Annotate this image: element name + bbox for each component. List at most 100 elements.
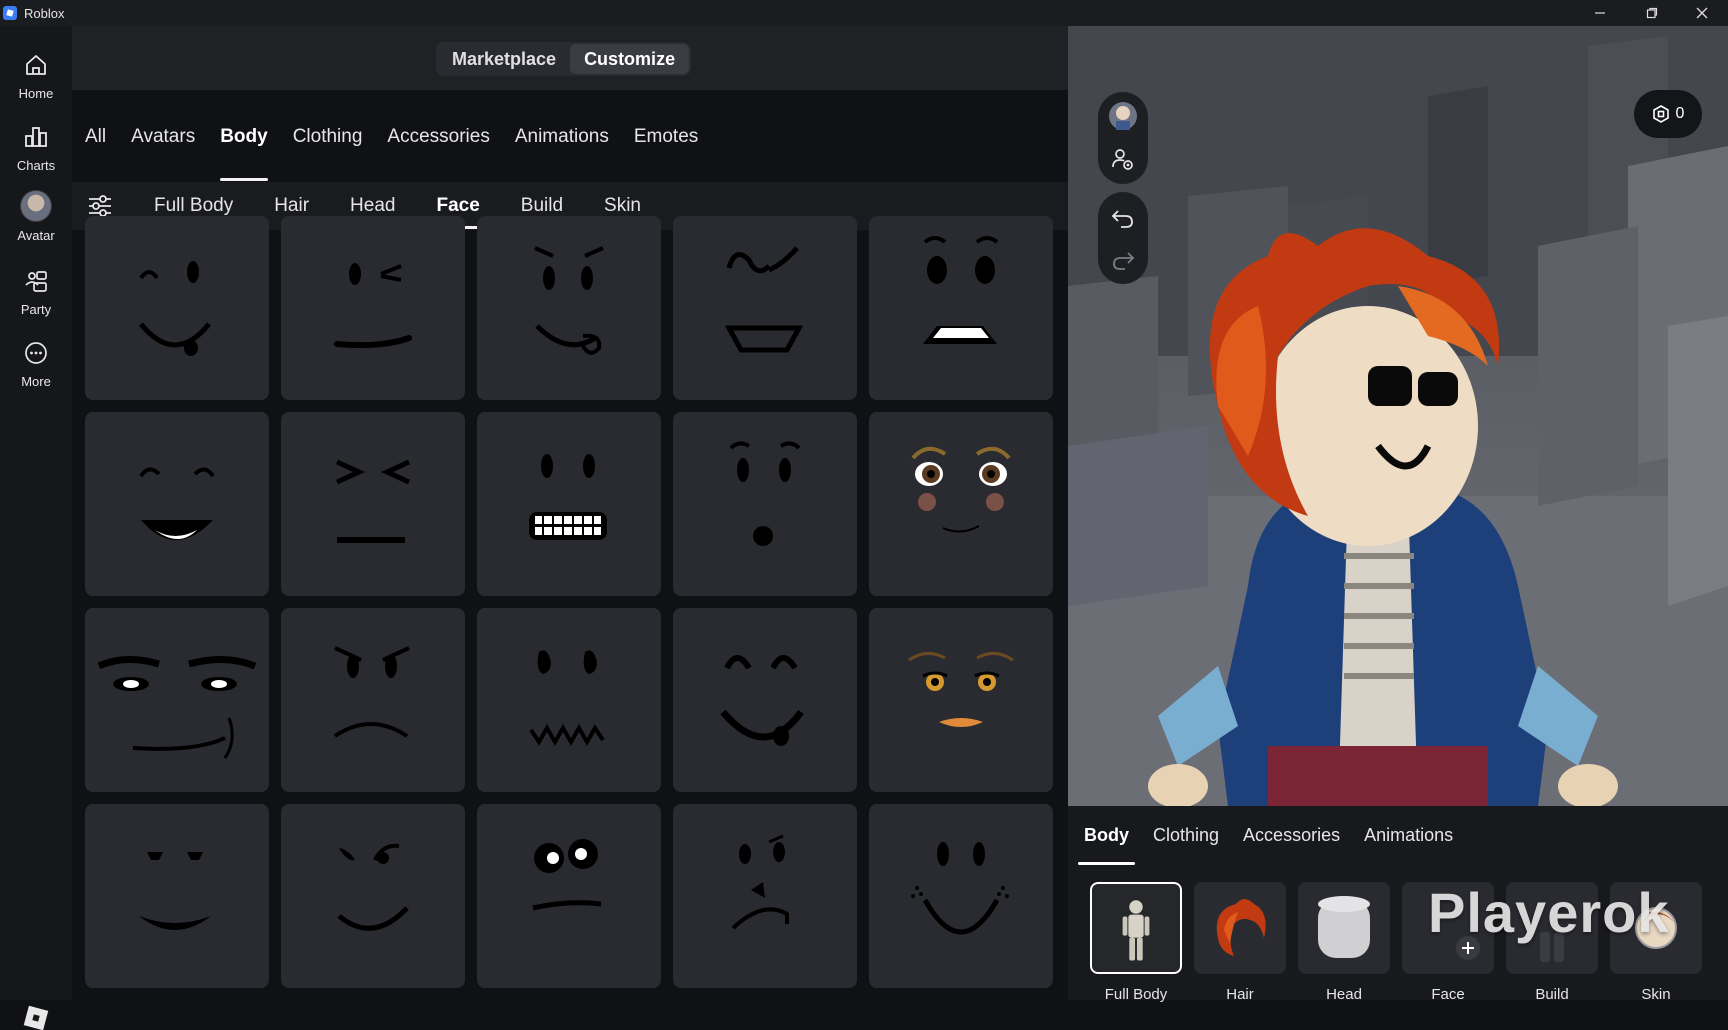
face-thumbnail — [334, 263, 412, 349]
redo-button[interactable] — [1107, 244, 1139, 276]
minimize-icon — [1595, 12, 1605, 14]
face-tile[interactable] — [477, 608, 661, 792]
nav-party[interactable]: Party — [0, 254, 72, 318]
face-tile[interactable] — [869, 216, 1053, 400]
tab-avatars[interactable]: Avatars — [131, 124, 195, 180]
slot-skin-label: Skin — [1641, 986, 1671, 1003]
robux-amount: 0 — [1675, 105, 1685, 122]
face-thumbnail — [923, 236, 999, 344]
face-tile[interactable] — [85, 608, 269, 792]
nav-avatar-label: Avatar — [17, 228, 55, 243]
face-thumbnail — [908, 652, 1014, 727]
roblox-logo-icon — [3, 6, 17, 20]
face-tile[interactable] — [673, 412, 857, 596]
restore-button[interactable] — [1626, 0, 1678, 26]
wearing-tabs: Body Clothing Accessories Animations — [1078, 822, 1477, 865]
face-grid — [85, 216, 1055, 1016]
face-thumbnail — [97, 655, 257, 759]
wearing-tab-clothing[interactable]: Clothing — [1153, 822, 1219, 864]
face-thumbnail — [139, 467, 215, 540]
face-thumbnail — [139, 261, 211, 356]
close-button[interactable] — [1676, 0, 1728, 26]
slot-full-body-label: Full Body — [1104, 986, 1168, 1003]
face-tile[interactable] — [477, 216, 661, 400]
face-thumbnail — [529, 454, 607, 540]
title-bar: Roblox — [0, 0, 1728, 26]
nav-home-label: Home — [18, 86, 54, 101]
redo-icon — [1113, 252, 1135, 270]
tab-body[interactable]: Body — [220, 124, 268, 181]
hair-thumbnail — [1216, 899, 1266, 956]
full-body-figure — [1122, 900, 1150, 961]
face-thumbnail — [724, 246, 804, 353]
face-tile[interactable] — [85, 804, 269, 988]
nav-home[interactable]: Home — [0, 38, 72, 102]
filter-icon[interactable] — [88, 195, 112, 217]
customize-button[interactable]: Customize — [570, 44, 690, 74]
face-tile[interactable] — [281, 608, 465, 792]
tab-animations[interactable]: Animations — [515, 124, 609, 180]
face-thumbnail — [911, 842, 1009, 935]
view-tools — [1098, 92, 1148, 184]
face-tile[interactable] — [673, 608, 857, 792]
slot-build-label: Build — [1535, 986, 1569, 1003]
tab-accessories[interactable]: Accessories — [387, 124, 489, 180]
face-tile[interactable] — [281, 412, 465, 596]
nav-charts[interactable]: Charts — [0, 110, 72, 174]
undo-icon — [1111, 210, 1133, 228]
face-thumbnail — [335, 459, 411, 543]
face-thumbnail — [532, 839, 602, 911]
avatar-headshot-icon — [1109, 102, 1137, 130]
face-tile[interactable] — [869, 608, 1053, 792]
face-thumbnail — [529, 650, 605, 747]
face-thumbnail — [720, 655, 804, 746]
robux-icon — [1652, 105, 1669, 123]
face-thumbnail — [729, 441, 801, 546]
nav-avatar[interactable]: Avatar — [0, 182, 72, 246]
face-tile[interactable] — [673, 804, 857, 988]
face-tile[interactable] — [869, 412, 1053, 596]
left-nav: Home Charts Avatar Party More — [0, 26, 72, 1030]
face-thumbnail — [337, 843, 409, 931]
face-tile[interactable] — [673, 216, 857, 400]
wearing-tab-accessories[interactable]: Accessories — [1243, 822, 1340, 864]
close-icon — [1696, 7, 1708, 19]
face-tile[interactable] — [85, 216, 269, 400]
avatar-settings-button[interactable] — [1107, 144, 1139, 176]
wearing-tab-animations[interactable]: Animations — [1364, 822, 1453, 864]
avatar-thumbnail — [20, 190, 52, 222]
face-tile[interactable] — [869, 804, 1053, 988]
face-tile[interactable] — [477, 804, 661, 988]
tab-emotes[interactable]: Emotes — [634, 124, 698, 180]
slot-full-body[interactable] — [1090, 882, 1182, 974]
marketplace-button[interactable]: Marketplace — [438, 44, 570, 74]
wearing-tab-body[interactable]: Body — [1078, 822, 1135, 865]
minimize-button[interactable] — [1574, 0, 1626, 26]
nav-charts-label: Charts — [16, 158, 56, 173]
nav-more[interactable]: More — [0, 326, 72, 390]
slot-head[interactable] — [1298, 882, 1390, 974]
undo-button[interactable] — [1107, 202, 1139, 234]
tab-clothing[interactable]: Clothing — [293, 124, 363, 180]
slot-head-label: Head — [1326, 986, 1362, 1003]
tab-all[interactable]: All — [85, 124, 106, 180]
restore-icon — [1646, 7, 1658, 19]
face-thumbnail — [534, 246, 604, 355]
robux-balance[interactable]: 0 — [1634, 90, 1702, 138]
nav-party-label: Party — [20, 302, 52, 317]
main-panel: Marketplace Customize All Avatars Body C… — [72, 26, 1068, 1000]
avatar-settings-icon — [1112, 149, 1133, 170]
mode-switch: Marketplace Customize — [436, 42, 692, 76]
face-tile[interactable] — [281, 216, 465, 400]
face-tile[interactable] — [85, 412, 269, 596]
more-icon — [25, 342, 47, 364]
history-tools — [1098, 192, 1148, 284]
face-tile[interactable] — [477, 412, 661, 596]
avatar-viewport[interactable] — [1068, 26, 1728, 806]
face-tile[interactable] — [281, 804, 465, 988]
top-bar: Marketplace Customize — [72, 26, 1068, 90]
avatar-headshot-button[interactable] — [1107, 100, 1139, 132]
slot-hair[interactable] — [1194, 882, 1286, 974]
watermark-text: Playerok — [1428, 881, 1670, 944]
face-thumbnail — [333, 646, 410, 738]
